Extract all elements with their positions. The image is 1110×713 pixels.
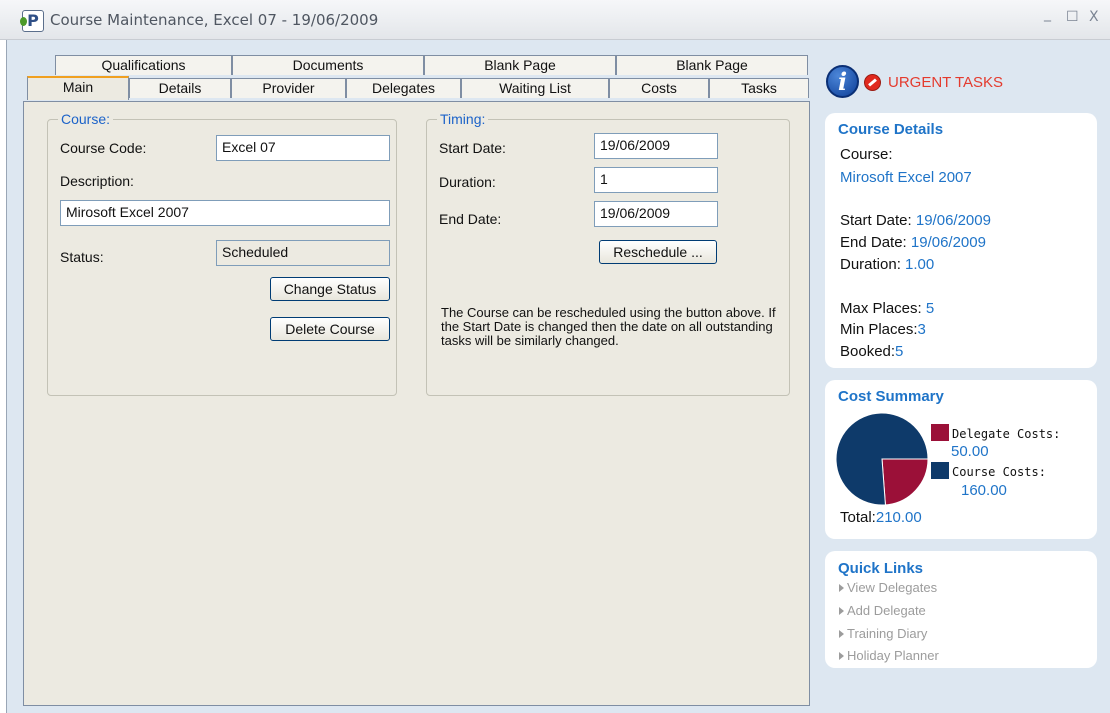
title-bar: P Course Maintenance, Excel 07 - 19/06/2… [0, 0, 1110, 40]
main-tab-panel: Course: Course Code: Excel 07 Descriptio… [23, 101, 810, 706]
legend-course-value: 160.00 [961, 482, 1007, 499]
quick-link-add-delegate[interactable]: Add Delegate [839, 603, 926, 618]
duration-label: Duration: [439, 174, 496, 190]
urgent-tasks-link[interactable]: URGENT TASKS [888, 74, 1003, 91]
tab-tasks[interactable]: Tasks [709, 78, 809, 98]
maximize-button[interactable]: ☐ [1066, 9, 1079, 25]
quick-link-training-diary[interactable]: Training Diary [839, 626, 927, 641]
status-field: Scheduled [216, 240, 390, 266]
delete-course-button[interactable]: Delete Course [270, 317, 390, 341]
tab-delegates[interactable]: Delegates [346, 78, 461, 98]
description-label: Description: [60, 173, 134, 189]
quick-links-panel: Quick Links View Delegates Add Delegate … [825, 551, 1097, 668]
cost-total: Total:210.00 [840, 509, 922, 526]
app-logo-icon: P [20, 10, 44, 32]
quick-link-view-delegates[interactable]: View Delegates [839, 580, 937, 595]
arrow-right-icon [839, 607, 844, 615]
course-code-field[interactable]: Excel 07 [216, 135, 390, 161]
tab-details[interactable]: Details [129, 78, 231, 98]
window-title: Course Maintenance, Excel 07 - 19/06/200… [50, 11, 379, 29]
detail-end-date: End Date: 19/06/2009 [840, 234, 986, 251]
tab-qualifications[interactable]: Qualifications [55, 55, 232, 75]
info-icon[interactable]: i [826, 65, 859, 98]
course-name-value: Mirosoft Excel 2007 [840, 169, 972, 186]
legend-delegate-value: 50.00 [951, 443, 989, 460]
detail-start-date: Start Date: 19/06/2009 [840, 212, 991, 229]
course-details-title: Course Details [838, 121, 944, 138]
detail-max-places: Max Places: 5 [840, 300, 935, 317]
status-label: Status: [60, 249, 104, 265]
tab-blank-page-2[interactable]: Blank Page [616, 55, 808, 75]
course-group: Course: Course Code: Excel 07 Descriptio… [47, 111, 397, 396]
duration-field[interactable]: 1 [594, 167, 718, 193]
end-date-field[interactable]: 19/06/2009 [594, 201, 718, 227]
detail-min-places: Min Places:3 [840, 321, 926, 338]
tab-provider[interactable]: Provider [231, 78, 346, 98]
detail-booked: Booked:5 [840, 343, 904, 360]
course-label: Course: [840, 146, 893, 163]
tab-blank-page-1[interactable]: Blank Page [424, 55, 616, 75]
start-date-label: Start Date: [439, 140, 506, 156]
legend-delegate-swatch [931, 424, 949, 441]
quick-link-holiday-planner[interactable]: Holiday Planner [839, 648, 939, 663]
cost-summary-panel: Cost Summary Delegate Costs: 50.00 Cours… [825, 380, 1097, 539]
arrow-right-icon [839, 652, 844, 660]
close-button[interactable]: X [1089, 9, 1099, 25]
course-code-label: Course Code: [60, 140, 147, 156]
reschedule-button[interactable]: Reschedule ... [599, 240, 717, 264]
course-group-legend: Course: [58, 111, 114, 127]
alert-icon [864, 74, 881, 91]
end-date-label: End Date: [439, 211, 502, 227]
minimize-button[interactable]: _ [1044, 6, 1051, 22]
reschedule-note: The Course can be rescheduled using the … [441, 305, 776, 348]
change-status-button[interactable]: Change Status [270, 277, 390, 301]
cost-summary-title: Cost Summary [838, 388, 944, 405]
legend-course-label: Course Costs: [952, 465, 1046, 479]
pie-slice-delegate-costs [881, 458, 929, 506]
tab-documents[interactable]: Documents [232, 55, 424, 75]
arrow-right-icon [839, 630, 844, 638]
tab-costs[interactable]: Costs [609, 78, 709, 98]
arrow-right-icon [839, 584, 844, 592]
tab-main[interactable]: Main [27, 76, 129, 100]
start-date-field[interactable]: 19/06/2009 [594, 133, 718, 159]
description-field[interactable]: Mirosoft Excel 2007 [60, 200, 390, 226]
detail-duration: Duration: 1.00 [840, 256, 935, 273]
cost-pie-chart [835, 412, 929, 506]
legend-course-swatch [931, 462, 949, 479]
timing-group-legend: Timing: [437, 111, 489, 127]
quick-links-title: Quick Links [838, 560, 924, 577]
legend-delegate-label: Delegate Costs: [952, 427, 1061, 441]
course-details-panel: Course Details Course: Mirosoft Excel 20… [825, 113, 1097, 368]
timing-group: Timing: Start Date: 19/06/2009 Duration:… [426, 111, 790, 396]
tab-waiting-list[interactable]: Waiting List [461, 78, 609, 98]
